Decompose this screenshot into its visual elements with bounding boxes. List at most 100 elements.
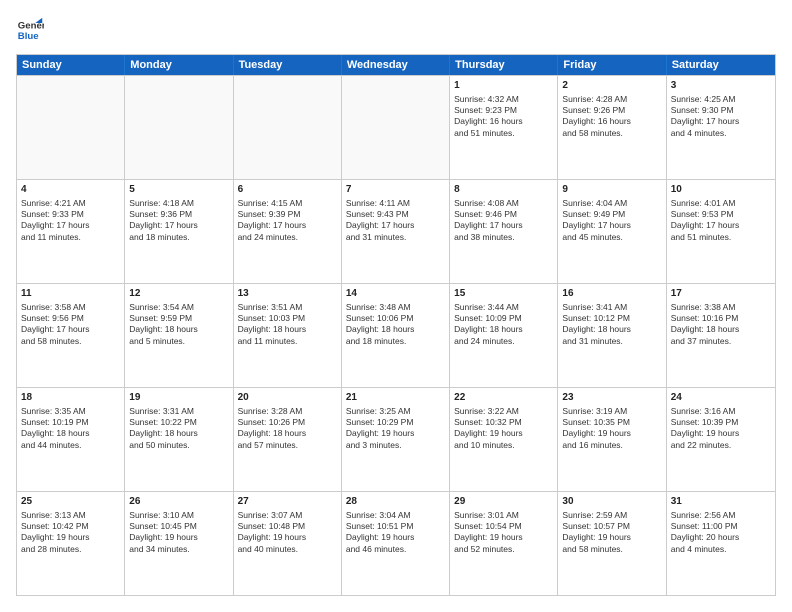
calendar-cell: 29Sunrise: 3:01 AMSunset: 10:54 PMDaylig… xyxy=(450,492,558,595)
calendar-cell: 25Sunrise: 3:13 AMSunset: 10:42 PMDaylig… xyxy=(17,492,125,595)
day-info: Daylight: 18 hours xyxy=(21,428,120,439)
day-info: and 45 minutes. xyxy=(562,232,661,243)
calendar-cell xyxy=(125,76,233,179)
day-number: 1 xyxy=(454,79,553,93)
day-info: and 22 minutes. xyxy=(671,440,771,451)
day-info: Sunset: 9:53 PM xyxy=(671,209,771,220)
day-info: and 24 minutes. xyxy=(454,336,553,347)
day-info: Daylight: 18 hours xyxy=(238,324,337,335)
day-info: Sunset: 10:29 PM xyxy=(346,417,445,428)
day-header-monday: Monday xyxy=(125,55,233,75)
day-info: Sunrise: 3:16 AM xyxy=(671,406,771,417)
day-header-tuesday: Tuesday xyxy=(234,55,342,75)
day-number: 26 xyxy=(129,495,228,509)
day-info: Sunrise: 4:32 AM xyxy=(454,94,553,105)
calendar-cell xyxy=(342,76,450,179)
day-info: Sunset: 10:39 PM xyxy=(671,417,771,428)
calendar-header: SundayMondayTuesdayWednesdayThursdayFrid… xyxy=(17,55,775,75)
day-number: 11 xyxy=(21,287,120,301)
day-info: Sunset: 10:22 PM xyxy=(129,417,228,428)
day-info: Sunset: 10:42 PM xyxy=(21,521,120,532)
calendar-row-3: 11Sunrise: 3:58 AMSunset: 9:56 PMDayligh… xyxy=(17,283,775,387)
day-info: Daylight: 18 hours xyxy=(454,324,553,335)
page-header: General Blue xyxy=(16,16,776,44)
day-info: and 51 minutes. xyxy=(671,232,771,243)
day-info: Sunset: 9:59 PM xyxy=(129,313,228,324)
day-info: Sunrise: 3:51 AM xyxy=(238,302,337,313)
day-info: and 4 minutes. xyxy=(671,544,771,555)
calendar-cell: 11Sunrise: 3:58 AMSunset: 9:56 PMDayligh… xyxy=(17,284,125,387)
day-info: and 10 minutes. xyxy=(454,440,553,451)
day-info: and 34 minutes. xyxy=(129,544,228,555)
calendar-cell: 2Sunrise: 4:28 AMSunset: 9:26 PMDaylight… xyxy=(558,76,666,179)
day-number: 16 xyxy=(562,287,661,301)
day-info: Sunset: 10:03 PM xyxy=(238,313,337,324)
day-info: Sunset: 10:45 PM xyxy=(129,521,228,532)
day-info: and 31 minutes. xyxy=(346,232,445,243)
calendar: SundayMondayTuesdayWednesdayThursdayFrid… xyxy=(16,54,776,596)
day-number: 23 xyxy=(562,391,661,405)
svg-text:Blue: Blue xyxy=(18,31,39,42)
day-number: 4 xyxy=(21,183,120,197)
day-info: Sunset: 10:09 PM xyxy=(454,313,553,324)
day-info: Daylight: 19 hours xyxy=(562,532,661,543)
day-info: Daylight: 17 hours xyxy=(238,220,337,231)
day-info: Sunset: 9:23 PM xyxy=(454,105,553,116)
day-info: and 37 minutes. xyxy=(671,336,771,347)
day-number: 18 xyxy=(21,391,120,405)
calendar-cell: 24Sunrise: 3:16 AMSunset: 10:39 PMDaylig… xyxy=(667,388,775,491)
day-info: Sunrise: 3:10 AM xyxy=(129,510,228,521)
day-info: Sunset: 9:39 PM xyxy=(238,209,337,220)
day-info: Sunset: 9:46 PM xyxy=(454,209,553,220)
day-info: Daylight: 19 hours xyxy=(21,532,120,543)
calendar-cell: 5Sunrise: 4:18 AMSunset: 9:36 PMDaylight… xyxy=(125,180,233,283)
day-info: Daylight: 17 hours xyxy=(346,220,445,231)
calendar-cell: 20Sunrise: 3:28 AMSunset: 10:26 PMDaylig… xyxy=(234,388,342,491)
day-info: Daylight: 17 hours xyxy=(671,116,771,127)
day-info: Sunrise: 3:25 AM xyxy=(346,406,445,417)
day-info: Sunset: 10:12 PM xyxy=(562,313,661,324)
calendar-cell xyxy=(17,76,125,179)
day-info: Sunrise: 4:21 AM xyxy=(21,198,120,209)
day-number: 21 xyxy=(346,391,445,405)
day-info: Sunset: 10:16 PM xyxy=(671,313,771,324)
day-info: Sunset: 9:43 PM xyxy=(346,209,445,220)
day-number: 13 xyxy=(238,287,337,301)
calendar-cell: 21Sunrise: 3:25 AMSunset: 10:29 PMDaylig… xyxy=(342,388,450,491)
day-info: and 28 minutes. xyxy=(21,544,120,555)
day-number: 15 xyxy=(454,287,553,301)
day-info: Sunrise: 4:01 AM xyxy=(671,198,771,209)
calendar-row-2: 4Sunrise: 4:21 AMSunset: 9:33 PMDaylight… xyxy=(17,179,775,283)
day-info: Sunrise: 4:11 AM xyxy=(346,198,445,209)
calendar-row-5: 25Sunrise: 3:13 AMSunset: 10:42 PMDaylig… xyxy=(17,491,775,595)
day-number: 22 xyxy=(454,391,553,405)
day-info: Sunset: 10:26 PM xyxy=(238,417,337,428)
day-info: Daylight: 19 hours xyxy=(238,532,337,543)
day-info: Sunset: 9:26 PM xyxy=(562,105,661,116)
calendar-cell: 4Sunrise: 4:21 AMSunset: 9:33 PMDaylight… xyxy=(17,180,125,283)
day-info: and 58 minutes. xyxy=(562,544,661,555)
calendar-cell: 22Sunrise: 3:22 AMSunset: 10:32 PMDaylig… xyxy=(450,388,558,491)
day-info: Sunrise: 3:28 AM xyxy=(238,406,337,417)
day-info: Sunrise: 4:18 AM xyxy=(129,198,228,209)
day-number: 29 xyxy=(454,495,553,509)
day-info: Daylight: 18 hours xyxy=(346,324,445,335)
day-number: 7 xyxy=(346,183,445,197)
day-info: Sunset: 9:49 PM xyxy=(562,209,661,220)
day-info: Daylight: 18 hours xyxy=(238,428,337,439)
day-number: 12 xyxy=(129,287,228,301)
day-info: and 18 minutes. xyxy=(346,336,445,347)
calendar-row-1: 1Sunrise: 4:32 AMSunset: 9:23 PM Daylight… xyxy=(17,75,775,179)
calendar-cell: 31Sunrise: 2:56 AMSunset: 11:00 PMDaylig… xyxy=(667,492,775,595)
day-info: Daylight: 19 hours xyxy=(454,532,553,543)
day-number: 9 xyxy=(562,183,661,197)
calendar-cell: 12Sunrise: 3:54 AMSunset: 9:59 PMDayligh… xyxy=(125,284,233,387)
day-info: Sunrise: 4:15 AM xyxy=(238,198,337,209)
day-info: and 11 minutes. xyxy=(21,232,120,243)
day-info: Daylight: 20 hours xyxy=(671,532,771,543)
day-info: Sunset: 11:00 PM xyxy=(671,521,771,532)
day-info: Sunrise: 4:04 AM xyxy=(562,198,661,209)
day-info: Sunrise: 3:19 AM xyxy=(562,406,661,417)
day-number: 28 xyxy=(346,495,445,509)
calendar-cell: 3Sunrise: 4:25 AMSunset: 9:30 PMDaylight… xyxy=(667,76,775,179)
